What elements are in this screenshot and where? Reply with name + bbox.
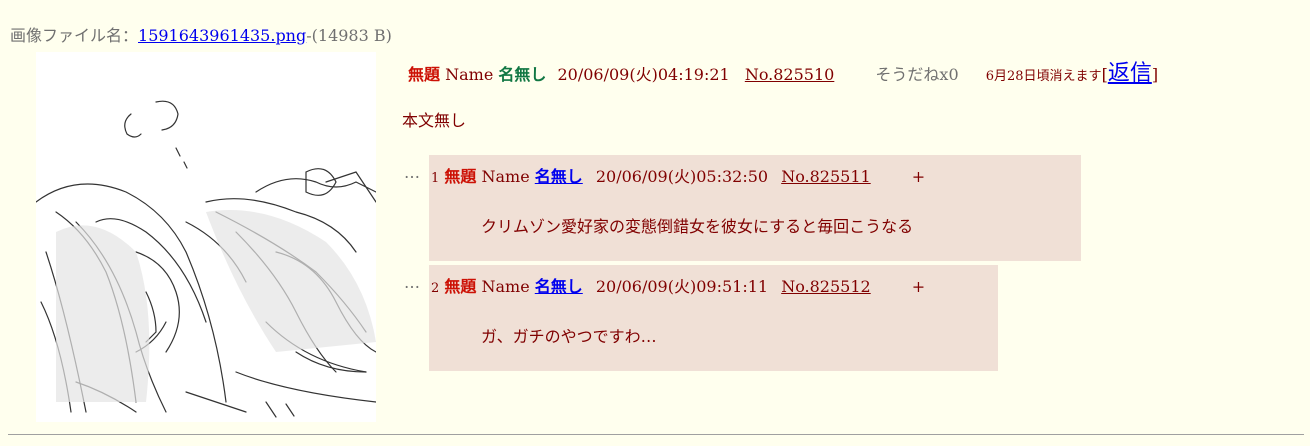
reply-post-number[interactable]: No.825512 bbox=[781, 277, 871, 296]
reply-body: ガ、ガチのやつですわ… bbox=[481, 327, 657, 346]
reply-post-number[interactable]: No.825511 bbox=[781, 167, 871, 186]
file-label: 画像ファイル名： bbox=[10, 26, 139, 45]
reply-indent-dots: … bbox=[404, 163, 420, 182]
expire-notice: 6月28日頃消えます bbox=[985, 69, 1102, 84]
op-name: 名無し bbox=[498, 65, 547, 84]
reply-link[interactable]: 返信 bbox=[1108, 61, 1152, 86]
op-post-number[interactable]: No.825510 bbox=[745, 65, 835, 84]
file-size: -(14983 B) bbox=[306, 26, 392, 45]
sodane-plus-button[interactable]: + bbox=[912, 277, 925, 296]
op-subject: 無題 bbox=[408, 65, 441, 84]
reply-bracket-close: ] bbox=[1151, 65, 1159, 84]
reply-header: 2 無題 Name 名無し 20/06/09(火)09:51:11 No.825… bbox=[431, 273, 925, 297]
reply-box: 2 無題 Name 名無し 20/06/09(火)09:51:11 No.825… bbox=[429, 265, 998, 371]
sketch-illustration bbox=[36, 100, 376, 418]
reply-datetime: 20/06/09(火)05:32:50 bbox=[595, 167, 769, 186]
reply-subject: 無題 bbox=[444, 277, 477, 296]
reply-body: クリムゾン愛好家の変態倒錯女を彼女にすると毎回こうなる bbox=[481, 217, 914, 236]
reply-header: 1 無題 Name 名無し 20/06/09(火)05:32:50 No.825… bbox=[431, 163, 925, 187]
sodane-button[interactable]: そうだねx0 bbox=[875, 65, 958, 84]
sodane-plus-button[interactable]: + bbox=[912, 167, 925, 186]
reply-subject: 無題 bbox=[444, 167, 477, 186]
reply-datetime: 20/06/09(火)09:51:11 bbox=[595, 277, 769, 296]
op-name-label: Name bbox=[445, 65, 494, 84]
reply-name-label: Name bbox=[481, 167, 530, 186]
reply-name-label: Name bbox=[481, 277, 530, 296]
divider bbox=[8, 434, 1304, 435]
op-body: 本文無し bbox=[402, 111, 467, 130]
thumbnail-image[interactable] bbox=[36, 52, 376, 422]
reply-name-link[interactable]: 名無し bbox=[535, 167, 583, 186]
op-header: 無題 Name 名無し 20/06/09(火)04:19:21 No.82551… bbox=[408, 55, 1158, 87]
reply-box: 1 無題 Name 名無し 20/06/09(火)05:32:50 No.825… bbox=[429, 155, 1081, 261]
reply-index: 2 bbox=[431, 281, 440, 296]
reply-index: 1 bbox=[431, 171, 440, 186]
file-info: 画像ファイル名：1591643961435.png-(14983 B) bbox=[10, 22, 392, 46]
file-link[interactable]: 1591643961435.png bbox=[138, 26, 306, 45]
op-datetime: 20/06/09(火)04:19:21 bbox=[557, 65, 730, 84]
reply-name-link[interactable]: 名無し bbox=[535, 277, 583, 296]
reply-indent-dots: … bbox=[404, 273, 420, 292]
